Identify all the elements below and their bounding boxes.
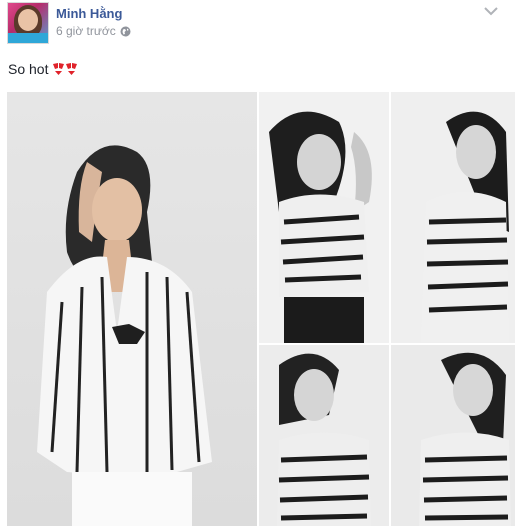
chevron-down-icon[interactable] (483, 4, 499, 16)
bikini-emoji (52, 62, 78, 76)
photo-top-right[interactable] (391, 92, 515, 343)
author-name-link[interactable]: Minh Hằng (56, 6, 122, 21)
facebook-post: Minh Hằng 6 giờ trước So hot (0, 0, 515, 526)
avatar[interactable] (7, 2, 49, 44)
post-meta: 6 giờ trước (56, 24, 131, 38)
photo-bottom-left[interactable] (259, 345, 389, 526)
globe-icon[interactable] (120, 26, 131, 37)
post-body: So hot (8, 61, 78, 77)
photo-main[interactable] (7, 92, 257, 526)
photo-grid (7, 92, 515, 526)
photo-top-left[interactable] (259, 92, 389, 343)
post-timestamp[interactable]: 6 giờ trước (56, 24, 116, 38)
post-text: So hot (8, 61, 49, 77)
photo-bottom-right[interactable] (391, 345, 515, 526)
